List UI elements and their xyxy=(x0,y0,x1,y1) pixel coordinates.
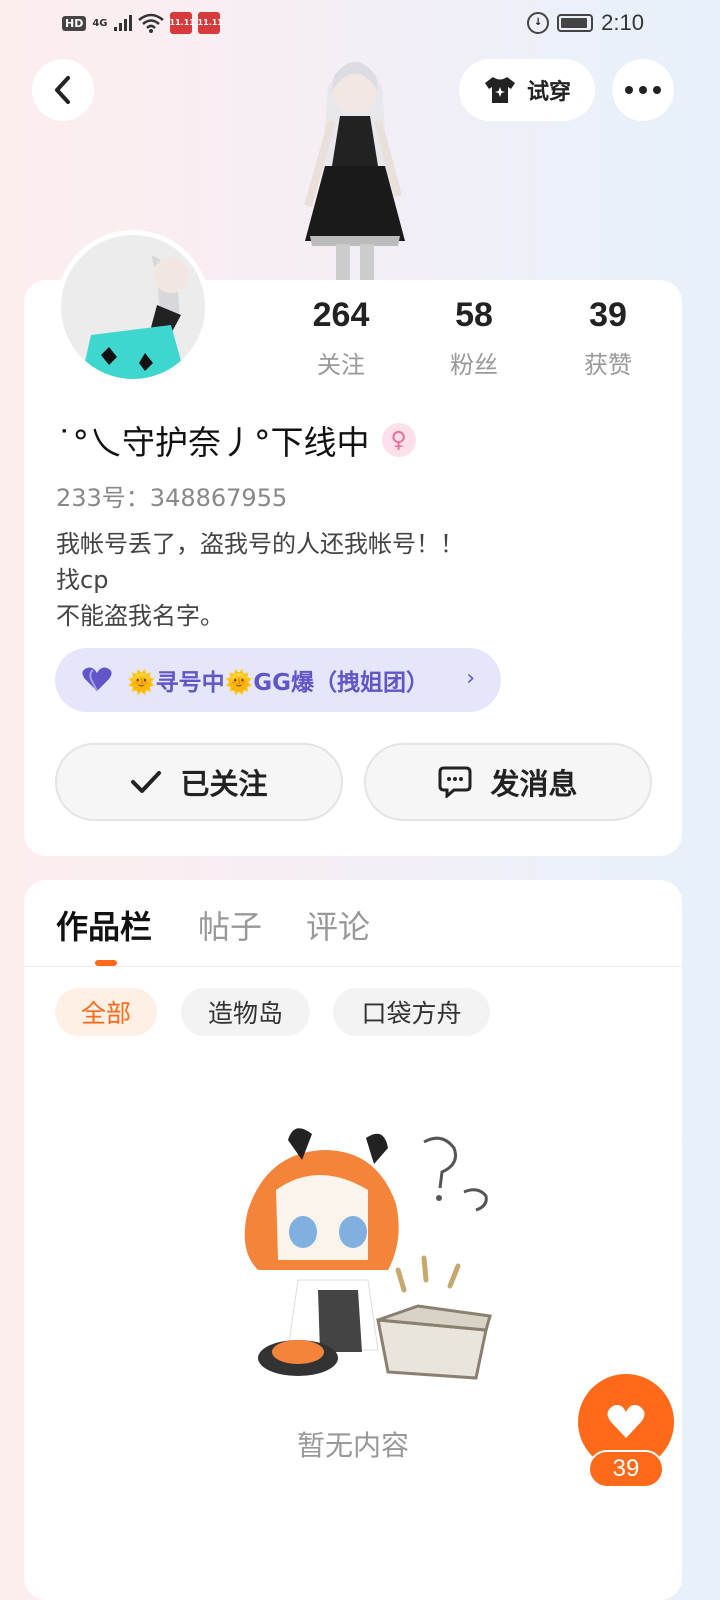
likes-label: 获赞 xyxy=(584,351,632,379)
wifi-icon xyxy=(137,13,164,33)
message-button[interactable]: 发消息 xyxy=(364,743,652,821)
filter-chip-pocket-ark[interactable]: 口袋方舟 xyxy=(333,988,490,1036)
stat-followers[interactable]: 58 粉丝 xyxy=(414,296,534,380)
bio-line: 我帐号丢了，盗我号的人还我帐号！！ xyxy=(56,530,464,558)
tabs-divider xyxy=(24,966,682,967)
filter-chip-all[interactable]: 全部 xyxy=(55,988,157,1036)
tab-comments[interactable]: 评论 xyxy=(306,902,370,948)
message-label: 发消息 xyxy=(490,767,578,801)
stat-likes[interactable]: 39 获赞 xyxy=(548,296,668,380)
try-on-button[interactable]: 试穿 xyxy=(459,59,595,121)
more-button[interactable] xyxy=(612,59,674,121)
bio-line: 不能盗我名字。 xyxy=(56,602,224,630)
check-icon xyxy=(131,771,162,793)
user-id: 233号：348867955 xyxy=(56,484,288,512)
back-button[interactable] xyxy=(32,59,94,121)
following-count: 264 xyxy=(312,296,370,334)
tab-posts[interactable]: 帖子 xyxy=(198,902,262,948)
followers-label: 粉丝 xyxy=(450,351,498,379)
shopping-app-icon-2: 11.11 xyxy=(197,12,223,34)
shopping-app-icon: 11.11 xyxy=(169,12,195,34)
like-count-badge: 39 xyxy=(588,1450,664,1488)
hd-indicator: HD xyxy=(62,15,87,31)
tshirt-icon xyxy=(484,77,515,103)
chevron-left-icon xyxy=(55,76,70,104)
heart-group-icon xyxy=(82,667,112,692)
try-on-label: 试穿 xyxy=(526,80,571,105)
signal-icon xyxy=(113,15,132,31)
likes-count: 39 xyxy=(589,296,627,334)
bio: 我帐号丢了，盗我号的人还我帐号！！ 找cp 不能盗我名字。 xyxy=(56,526,464,634)
status-bar: HD 4G 11.11 11.11 ↓ 2:10 xyxy=(0,0,720,48)
stat-following[interactable]: 264 关注 xyxy=(281,296,401,380)
network-type: 4G xyxy=(92,17,108,29)
battery-icon xyxy=(557,14,594,32)
followed-button[interactable]: 已关注 xyxy=(55,743,343,821)
chat-bubble-icon xyxy=(438,766,472,798)
following-label: 关注 xyxy=(317,351,365,379)
status-right: ↓ 2:10 xyxy=(527,10,644,36)
followed-label: 已关注 xyxy=(180,767,268,801)
filter-chip-creation-island[interactable]: 造物岛 xyxy=(181,988,310,1036)
group-link[interactable]: 🌞寻号中🌞GG爆（拽姐团） › xyxy=(55,648,501,712)
nickname: ˙°乀守护奈丿°下线中 ♀ xyxy=(56,416,416,464)
tab-works[interactable]: 作品栏 xyxy=(56,902,152,948)
followers-count: 58 xyxy=(455,296,493,334)
avatar-image xyxy=(61,235,205,379)
status-left: HD 4G 11.11 11.11 xyxy=(62,12,223,34)
group-label: 🌞寻号中🌞GG爆（拽姐团） xyxy=(127,670,430,696)
more-dots-icon xyxy=(625,86,661,94)
avatar-figure xyxy=(304,62,405,280)
avatar[interactable] xyxy=(56,230,210,384)
empty-state-illustration xyxy=(244,1128,492,1380)
bio-line: 找cp xyxy=(56,566,109,594)
nickname-text: ˙°乀守护奈丿°下线中 xyxy=(56,423,370,462)
female-icon: ♀ xyxy=(381,423,416,457)
clock: 2:10 xyxy=(601,10,644,35)
heart-icon xyxy=(607,1404,645,1438)
data-saver-icon: ↓ xyxy=(527,12,550,34)
chevron-right-icon: › xyxy=(466,666,475,691)
